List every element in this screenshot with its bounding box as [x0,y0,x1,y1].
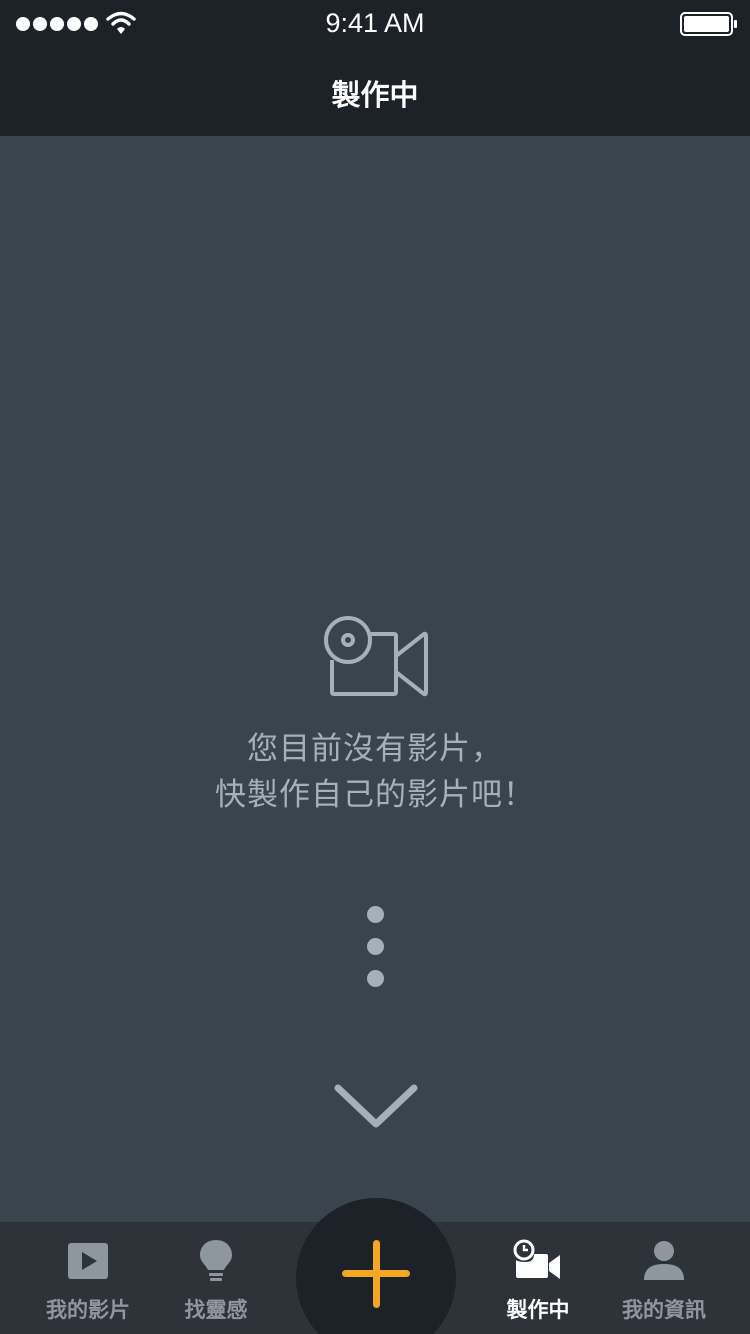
tab-my-info-label: 我的資訊 [622,1298,706,1322]
play-video-icon [68,1243,108,1279]
camera-clock-icon [513,1239,560,1279]
empty-state-area: 您目前沒有影片， 快製作自己的影片吧！ [0,136,750,1222]
page-title: 製作中 [331,78,419,112]
video-camera-icon [324,616,428,697]
status-bar: 9:41 AM [0,0,750,48]
tab-in-production[interactable]: 製作中 [473,1222,603,1334]
tab-my-videos-label: 我的影片 [46,1298,130,1322]
tab-inspiration[interactable]: 找靈感 [151,1222,281,1334]
empty-state-message: 您目前沒有影片， 快製作自己的影片吧！ [0,726,750,818]
lightbulb-icon [200,1240,232,1281]
tab-in-production-label: 製作中 [506,1298,570,1322]
chevron-down-icon[interactable] [332,1080,420,1132]
tab-inspiration-label: 找靈感 [184,1298,248,1322]
battery-icon [680,12,737,36]
vertical-dots-icon [367,906,385,992]
empty-state-line-1: 您目前沒有影片， [247,731,503,767]
tab-my-info[interactable]: 我的資訊 [599,1222,729,1334]
plus-icon [342,1240,410,1308]
empty-state-line-2: 快製作自己的影片吧！ [215,777,535,813]
status-time: 9:41 AM [325,8,425,38]
tab-my-videos[interactable]: 我的影片 [23,1222,153,1334]
user-icon [644,1241,684,1280]
navigation-bar: 製作中 [0,48,750,136]
